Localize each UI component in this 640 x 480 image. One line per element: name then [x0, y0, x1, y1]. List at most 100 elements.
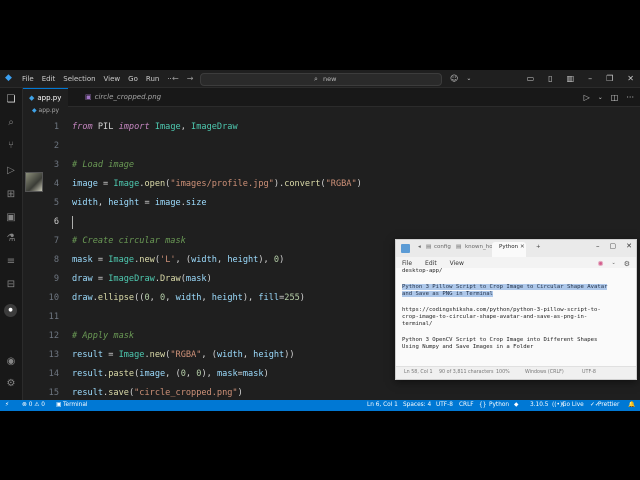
notepad-zoom: 100%: [496, 370, 510, 375]
code-line[interactable]: 4 image = Image.open("images/profile.jpg"…: [23, 175, 640, 194]
new-tab-icon[interactable]: +: [536, 244, 541, 250]
more-actions-icon[interactable]: ···: [626, 93, 634, 102]
account-icon[interactable]: ◉: [5, 356, 17, 368]
menu-go[interactable]: Go: [128, 75, 138, 83]
cursor-position[interactable]: Ln 6, Col 1: [367, 402, 398, 408]
line-number: 8: [53, 255, 59, 265]
menu-file[interactable]: File: [22, 75, 34, 83]
indentation[interactable]: Spaces: 4: [403, 402, 431, 408]
code-text: # Apply mask: [72, 331, 135, 341]
copilot-chevron-icon[interactable]: ⌄: [466, 75, 471, 82]
database-icon[interactable]: ⊟: [5, 279, 17, 291]
tab-circle-cropped-png[interactable]: ▣ circle_cropped.png: [85, 88, 175, 106]
command-center[interactable]: ⌕ new: [200, 73, 442, 86]
docker-icon[interactable]: ≡: [5, 256, 17, 268]
layout-panel-icon[interactable]: ▭: [527, 74, 535, 83]
line-ending[interactable]: CRLF: [459, 402, 474, 408]
menu-run[interactable]: Run: [146, 75, 159, 83]
line-number: 14: [48, 369, 59, 379]
titlebar-actions: ☺ ⌄: [450, 70, 471, 87]
layout-sidebar-icon[interactable]: ▯: [548, 74, 552, 83]
source-control-icon[interactable]: ⑂: [5, 140, 17, 152]
code-text: # Create circular mask: [72, 236, 186, 246]
terminal-icon[interactable]: ▣: [56, 402, 61, 408]
code-line[interactable]: 3 # Load image: [23, 156, 640, 175]
code-line[interactable]: 6: [23, 213, 640, 232]
prettier-status[interactable]: Prettier: [598, 402, 619, 408]
minimize-icon[interactable]: –: [596, 242, 600, 250]
line-number: 4: [53, 179, 59, 189]
badge-icon[interactable]: ●: [4, 304, 17, 317]
tab-app-py[interactable]: ◆ app.py: [23, 88, 68, 107]
split-editor-icon[interactable]: ◫: [611, 93, 619, 102]
copilot-icon[interactable]: ✺: [598, 260, 604, 268]
menu-edit[interactable]: Edit: [42, 75, 56, 83]
text-cursor: [72, 216, 73, 229]
notepad-menu-file[interactable]: File: [402, 260, 412, 267]
testing-icon[interactable]: ⚗: [5, 233, 17, 245]
notepad-window: ◂ ▤ config ▤ known_hosts Python ✕ + – ▢ …: [395, 239, 637, 380]
close-icon[interactable]: ✕: [627, 74, 634, 83]
settings-gear-icon[interactable]: ⚙: [5, 378, 17, 390]
editor-tabs: ◆ app.py ▣ circle_cropped.png ▷ ⌄ ◫ ···: [23, 88, 640, 107]
remote-explorer-icon[interactable]: ▣: [5, 212, 17, 224]
notifications-bell-icon[interactable]: 🔔: [628, 402, 635, 408]
restore-icon[interactable]: ❐: [606, 74, 613, 83]
menu-view[interactable]: View: [104, 75, 121, 83]
line-number: 12: [48, 331, 59, 341]
breadcrumb[interactable]: ◆ app.py: [32, 107, 59, 117]
terminal-button[interactable]: Terminal: [63, 402, 88, 408]
code-line[interactable]: 5 width, height = image.size: [23, 194, 640, 213]
notepad-line: Python 3 OpenCV Script to Crop Image int…: [402, 337, 598, 343]
layout-customize-icon[interactable]: ▥: [567, 74, 575, 83]
notepad-tab-config[interactable]: config: [434, 244, 451, 250]
tab-label: app.py: [37, 94, 62, 102]
python-version[interactable]: 3.10.5: [530, 402, 548, 408]
code-line[interactable]: 1 from PIL import Image, ImageDraw: [23, 118, 640, 137]
tab-prev-icon[interactable]: ◂: [418, 244, 421, 250]
problems-indicator[interactable]: ⊗ 0 ⚠ 0: [22, 402, 45, 408]
notepad-tab-python[interactable]: Python: [499, 244, 518, 250]
notepad-text-area[interactable]: desktop-app/ Python 3 Pillow Script to C…: [396, 268, 636, 366]
chevron-down-icon[interactable]: ⌄: [612, 260, 616, 268]
explorer-icon[interactable]: ❏: [5, 94, 17, 106]
remote-icon[interactable]: ⚡: [5, 402, 9, 408]
extensions-icon[interactable]: ⊞: [5, 189, 17, 201]
breadcrumb-file: app.py: [38, 107, 60, 114]
notepad-position: Ln 58, Col 1: [404, 370, 433, 375]
close-icon[interactable]: ✕: [626, 242, 632, 250]
selected-text: and Save as PNG in Terminal: [402, 291, 493, 297]
run-chevron-icon[interactable]: ⌄: [598, 94, 603, 101]
code-text: result.paste(image, (0, 0), mask=mask): [72, 369, 269, 379]
run-python-icon[interactable]: ▷: [584, 93, 590, 102]
notepad-line-ending: Windows (CRLF): [525, 370, 564, 375]
file-icon: ▤: [456, 244, 462, 250]
go-live-button[interactable]: Go Live: [562, 402, 584, 408]
minimize-icon[interactable]: –: [588, 74, 592, 83]
search-activity-icon[interactable]: ⌕: [5, 117, 17, 129]
notepad-line: crop-image-to-circular-shape-avatar-and-…: [402, 314, 588, 320]
forward-arrow-icon[interactable]: →: [187, 74, 194, 83]
notepad-menu-view[interactable]: View: [450, 260, 464, 267]
language-mode[interactable]: Python: [489, 402, 509, 408]
code-text: image = Image.open("images/profile.jpg")…: [72, 179, 362, 189]
notepad-menu-edit[interactable]: Edit: [425, 260, 437, 267]
search-icon: ⌕: [314, 75, 318, 83]
code-text: from PIL import Image, ImageDraw: [72, 122, 238, 132]
copilot-icon[interactable]: ☺: [450, 74, 458, 83]
title-bar: ◆ File Edit Selection View Go Run ··· ← …: [0, 70, 640, 88]
notepad-toolbar: ✺ ⌄ ⚙: [598, 260, 630, 268]
tab-close-icon[interactable]: ✕: [520, 244, 525, 250]
settings-gear-icon[interactable]: ⚙: [624, 260, 630, 268]
back-arrow-icon[interactable]: ←: [172, 74, 179, 83]
run-debug-icon[interactable]: ▷: [5, 165, 17, 177]
notepad-line: terminal/: [402, 321, 433, 327]
menu-selection[interactable]: Selection: [63, 75, 95, 83]
notepad-line: desktop-app/: [402, 268, 443, 274]
maximize-icon[interactable]: ▢: [610, 242, 617, 250]
notepad-line: Using Numpy and Save Images in a Folder: [402, 344, 534, 350]
code-text: width, height = image.size: [72, 198, 207, 208]
code-line[interactable]: 2: [23, 137, 640, 156]
encoding[interactable]: UTF-8: [436, 402, 453, 408]
status-bar: ⚡ ⊗ 0 ⚠ 0 ▣ Terminal Ln 6, Col 1 Spaces:…: [0, 400, 640, 411]
